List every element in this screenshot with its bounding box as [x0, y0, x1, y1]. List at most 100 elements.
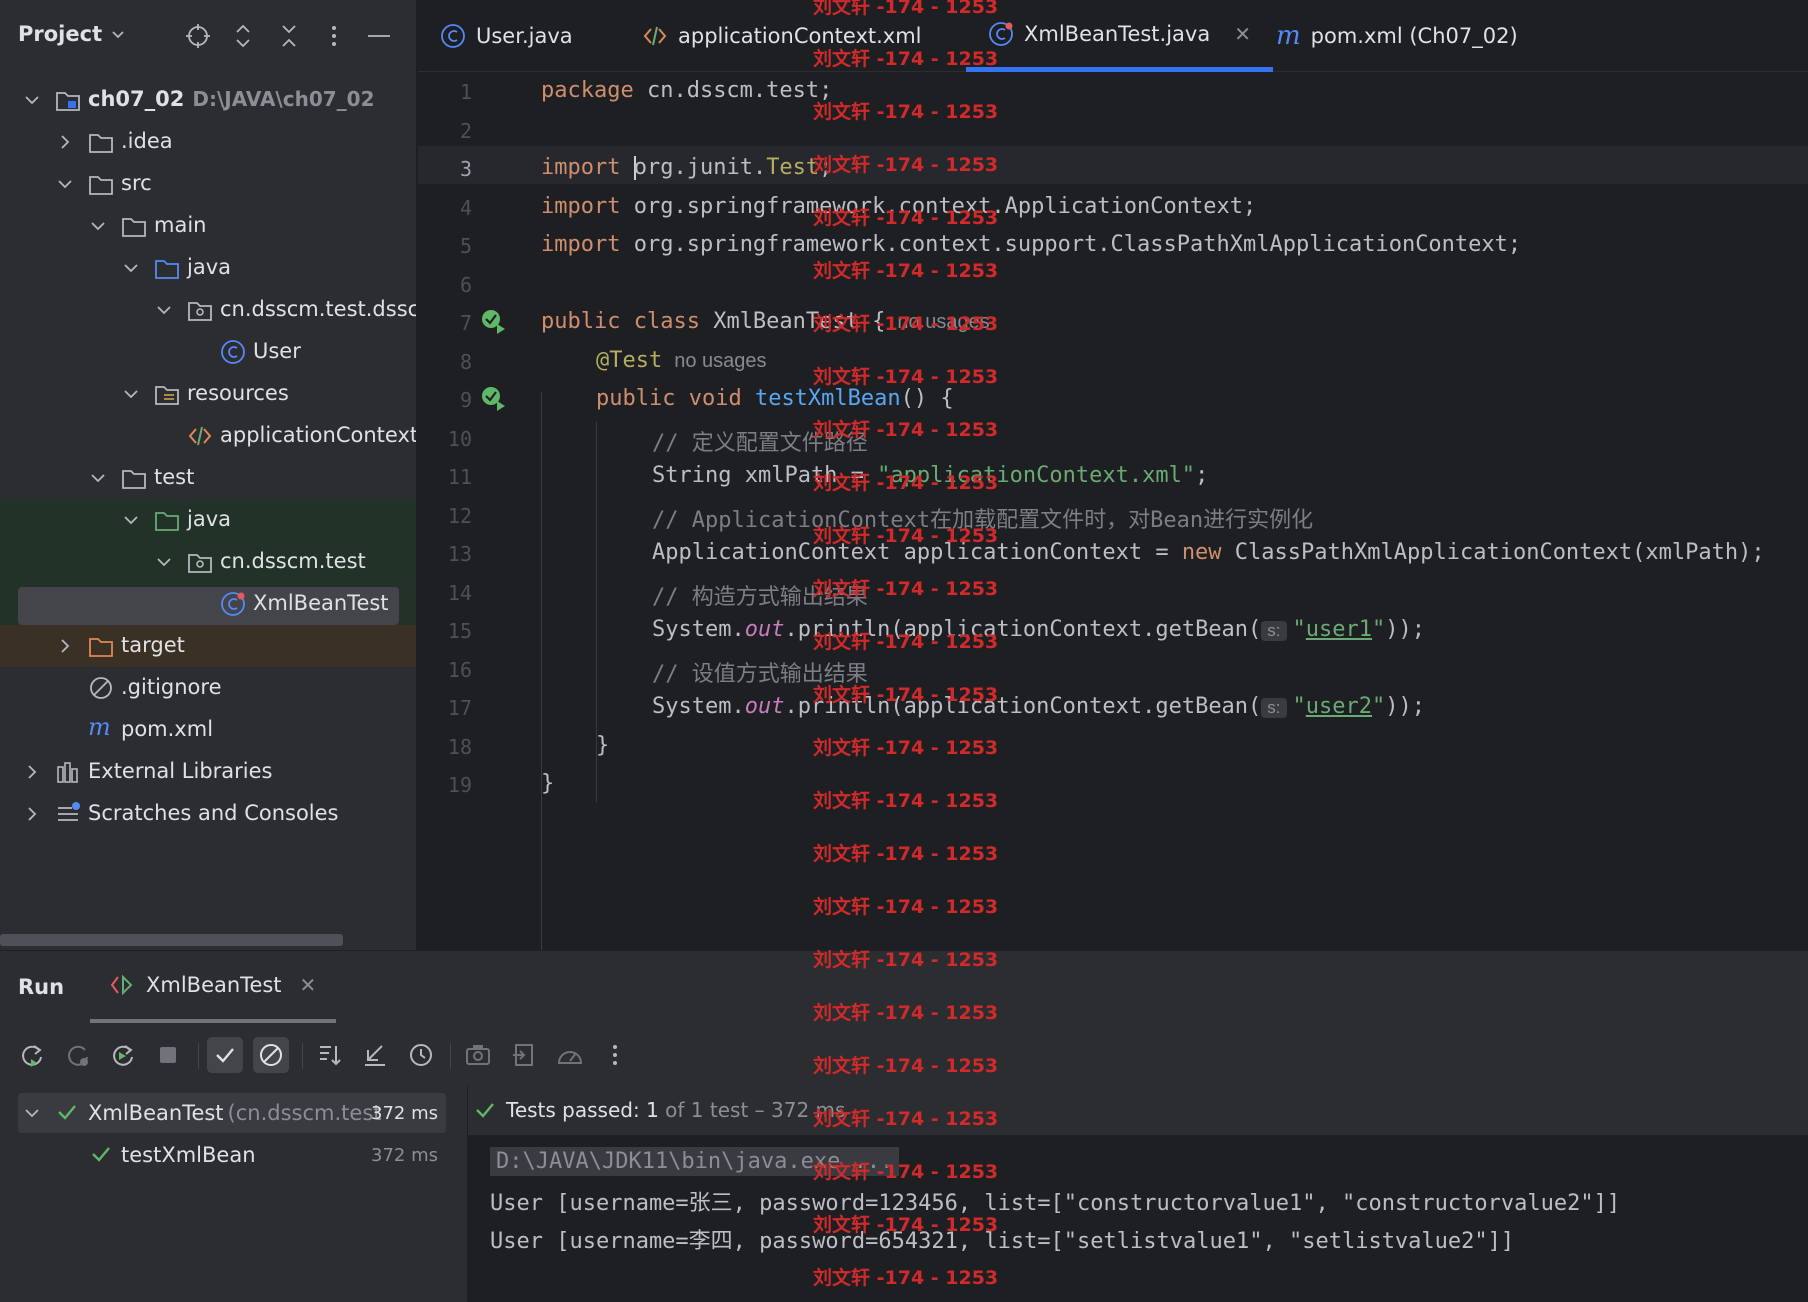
console-command-line[interactable]: D:\JAVA\JDK11\bin\java.exe ... — [490, 1147, 900, 1176]
tree-item-idea[interactable]: .idea — [0, 121, 416, 163]
code-line-8[interactable]: @Test no usages — [596, 348, 767, 373]
expand-all-icon[interactable] — [227, 20, 259, 52]
sort-icon[interactable] — [312, 1037, 348, 1073]
tree-item-external-libraries[interactable]: External Libraries — [0, 751, 416, 793]
tab-xmlbeantest-java[interactable]: XmlBeanTest.java ✕ — [966, 0, 1273, 72]
tree-item-applicationcontext[interactable]: applicationContext. — [0, 415, 416, 457]
import-tests-icon[interactable] — [357, 1037, 393, 1073]
tree-item-xmlbeantest[interactable]: XmlBeanTest — [0, 583, 416, 625]
tree-item-label: cn.dsscm.test.dsscn — [220, 297, 417, 321]
hide-panel-icon[interactable] — [363, 20, 395, 52]
rerun-failed-icon[interactable] — [60, 1037, 96, 1073]
usage-hint[interactable]: no usages — [897, 311, 989, 333]
code-line-16[interactable]: // 设值方式输出结果 — [652, 656, 868, 688]
rerun-icon[interactable] — [14, 1037, 50, 1073]
tree-item-scratches[interactable]: Scratches and Consoles — [0, 793, 416, 835]
chevron-right-icon[interactable] — [55, 636, 75, 656]
tree-item-main-java[interactable]: java — [0, 247, 416, 289]
tree-item-test-java[interactable]: java — [0, 499, 416, 541]
chevron-down-icon[interactable] — [121, 384, 141, 404]
test-row-class[interactable]: XmlBeanTest (cn.dsscm.test 372 ms — [18, 1093, 446, 1133]
more-options-icon[interactable] — [318, 20, 350, 52]
coverage-icon[interactable] — [552, 1037, 588, 1073]
chevron-down-icon[interactable] — [88, 468, 108, 488]
chevron-down-icon[interactable] — [22, 1103, 42, 1123]
test-row-method[interactable]: testXmlBean 372 ms — [18, 1135, 446, 1175]
tree-item-pom[interactable]: m pom.xml — [0, 709, 416, 751]
show-passed-icon[interactable] — [207, 1037, 243, 1073]
code-line-15[interactable]: System.out.println(applicationContext.ge… — [652, 617, 1425, 642]
folder-icon — [88, 129, 114, 155]
chevron-right-icon[interactable] — [22, 762, 42, 782]
code-line-11[interactable]: String xmlPath = "applicationContext.xml… — [652, 463, 1208, 488]
source-folder-icon — [154, 255, 180, 281]
history-icon[interactable] — [403, 1037, 439, 1073]
chevron-down-icon[interactable] — [55, 174, 75, 194]
tree-item-label: target — [121, 633, 185, 657]
code-text: )); — [1385, 694, 1426, 719]
code-line-14[interactable]: // 构造方式输出结果 — [652, 579, 868, 611]
code-line-10[interactable]: // 定义配置文件路径 — [652, 425, 868, 457]
code-line-18[interactable]: } — [596, 733, 609, 758]
tab-label: pom.xml (Ch07_02) — [1310, 24, 1518, 48]
code-line-12[interactable]: // ApplicationContext在加载配置文件时，对Bean进行实例化 — [652, 502, 1313, 534]
code-line-7[interactable]: public class XmlBeanTest {no usages — [541, 309, 990, 334]
maven-icon: m — [1276, 21, 1301, 51]
chevron-right-icon[interactable] — [55, 132, 75, 152]
project-view-selector[interactable]: Project — [18, 22, 126, 46]
camera-icon[interactable] — [460, 1037, 496, 1073]
chevron-down-icon[interactable] — [22, 90, 42, 110]
chevron-right-icon[interactable] — [22, 804, 42, 824]
line-number: 1 — [459, 80, 472, 104]
tab-applicationcontext-xml[interactable]: applicationContext.xml — [642, 0, 922, 72]
run-test-class-icon[interactable] — [480, 308, 508, 336]
code-editor[interactable]: 1 2 3 4 5 6 7 8 9 10 11 12 13 14 15 16 1… — [418, 72, 1808, 950]
class-icon — [220, 339, 246, 365]
tree-item-user-class[interactable]: User — [0, 331, 416, 373]
code-line-3[interactable]: import org.junit.Test; — [541, 155, 832, 180]
tree-item-package-test[interactable]: cn.dsscm.test — [0, 541, 416, 583]
code-text: ClassPathXmlApplicationContext(xmlPath); — [1221, 540, 1765, 565]
locate-icon[interactable] — [182, 20, 214, 52]
horizontal-scrollbar[interactable] — [0, 934, 343, 946]
collapse-all-icon[interactable] — [273, 20, 305, 52]
tree-item-target[interactable]: target — [0, 625, 416, 667]
test-duration: 372 ms — [371, 1145, 438, 1166]
close-icon[interactable]: ✕ — [300, 973, 317, 997]
exit-icon[interactable] — [506, 1037, 542, 1073]
tab-user-java[interactable]: User.java — [440, 0, 573, 72]
tree-item-main[interactable]: main — [0, 205, 416, 247]
keyword: package — [541, 78, 634, 103]
usage-hint[interactable]: no usages — [674, 350, 766, 372]
console-output[interactable]: Tests passed: 1 of 1 test – 372 ms D:\JA… — [468, 1085, 1808, 1302]
tree-item-package-main[interactable]: cn.dsscm.test.dsscn — [0, 289, 417, 331]
run-tab-xmlbeantest[interactable]: XmlBeanTest ✕ — [90, 951, 337, 1023]
tab-pom-xml[interactable]: m pom.xml (Ch07_02) — [1276, 0, 1518, 72]
tree-item-resources[interactable]: resources — [0, 373, 416, 415]
xml-icon — [642, 23, 668, 49]
code-line-19[interactable]: } — [541, 771, 554, 796]
show-ignored-icon[interactable] — [253, 1037, 289, 1073]
line-number: 11 — [447, 465, 472, 489]
tree-item-root[interactable]: ch07_02 D:\JAVA\ch07_02 — [0, 79, 416, 121]
code-line-9[interactable]: public void testXmlBean() { — [596, 386, 954, 411]
run-test-method-icon[interactable] — [480, 385, 508, 413]
toggle-auto-test-icon[interactable] — [105, 1037, 141, 1073]
tree-item-src[interactable]: src — [0, 163, 416, 205]
chevron-down-icon[interactable] — [154, 300, 174, 320]
code-line-1[interactable]: package cn.dsscm.test; — [541, 78, 832, 103]
chevron-down-icon[interactable] — [154, 552, 174, 572]
code-line-5[interactable]: import org.springframework.context.suppo… — [541, 232, 1521, 257]
code-line-13[interactable]: ApplicationContext applicationContext = … — [652, 540, 1765, 565]
chevron-down-icon[interactable] — [121, 510, 141, 530]
chevron-down-icon[interactable] — [88, 216, 108, 236]
tree-item-test[interactable]: test — [0, 457, 416, 499]
tree-item-gitignore[interactable]: .gitignore — [0, 667, 416, 709]
more-options-icon[interactable] — [597, 1037, 633, 1073]
stop-icon[interactable] — [150, 1037, 186, 1073]
package-icon — [187, 549, 213, 575]
code-line-4[interactable]: import org.springframework.context.Appli… — [541, 194, 1256, 219]
chevron-down-icon[interactable] — [121, 258, 141, 278]
code-line-17[interactable]: System.out.println(applicationContext.ge… — [652, 694, 1425, 719]
close-icon[interactable]: ✕ — [1234, 22, 1251, 46]
